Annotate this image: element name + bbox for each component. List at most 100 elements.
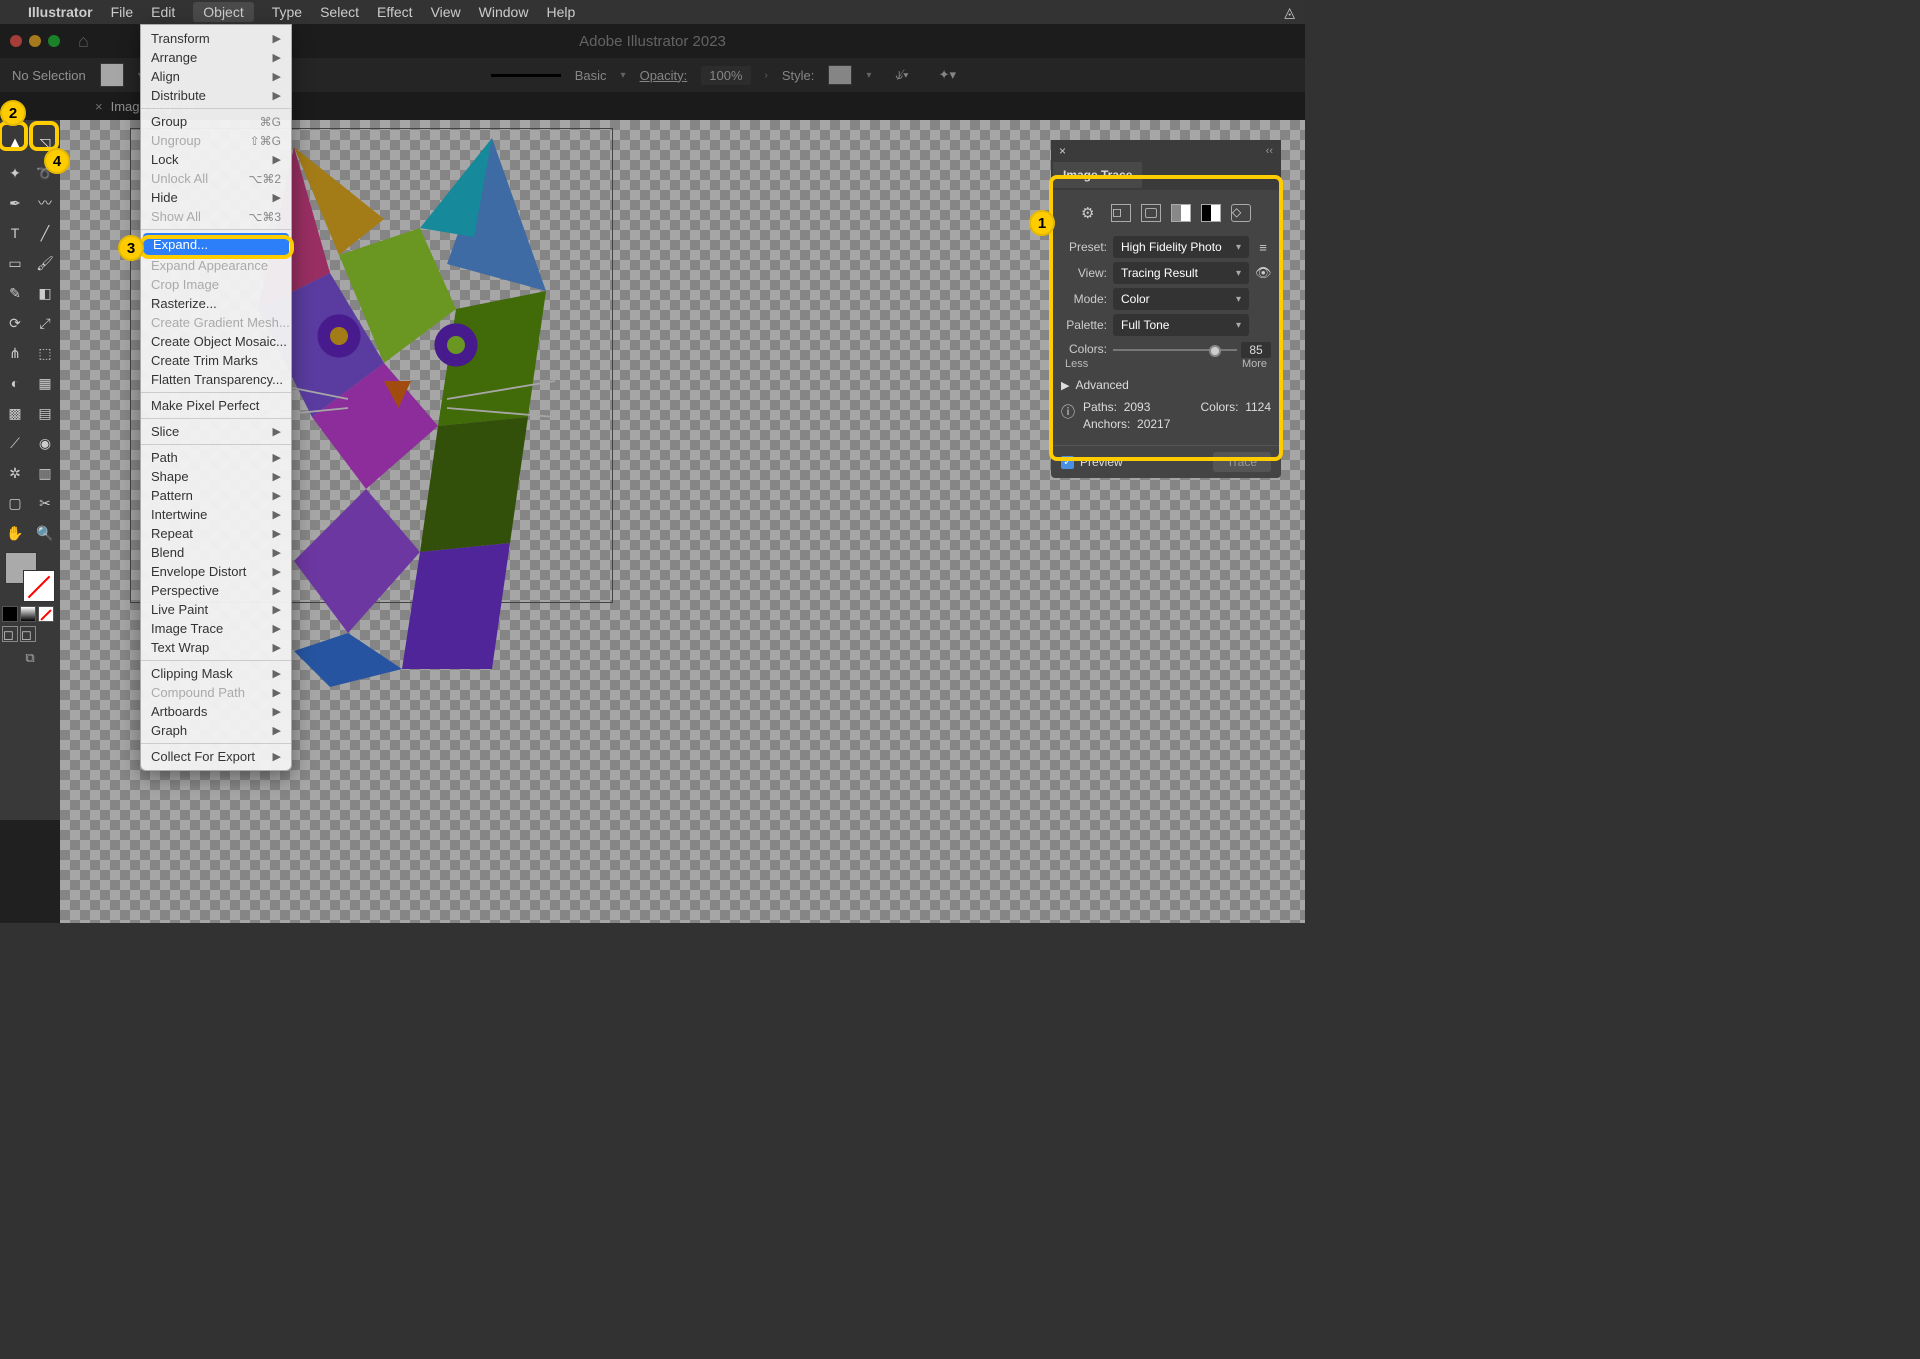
eyedropper-tool[interactable]: ⟋ <box>0 428 30 458</box>
hand-tool[interactable]: ✋ <box>0 518 30 548</box>
view-dropdown[interactable]: Tracing Result▾ <box>1113 262 1249 284</box>
rotate-tool[interactable]: ⟳ <box>0 308 30 338</box>
menu-item-distribute[interactable]: Distribute▶ <box>141 86 291 105</box>
menu-item-lock[interactable]: Lock▶ <box>141 150 291 169</box>
menu-item-repeat[interactable]: Repeat▶ <box>141 524 291 543</box>
preset-3colors-icon[interactable] <box>1171 204 1191 222</box>
rectangle-tool[interactable]: ▭ <box>0 248 30 278</box>
mesh-tool[interactable]: ▩ <box>0 398 30 428</box>
scale-tool[interactable]: ⤢ <box>30 308 60 338</box>
menu-edit[interactable]: Edit <box>151 4 175 20</box>
pen-tool[interactable]: ✒ <box>0 188 30 218</box>
free-transform-tool[interactable]: ⬚ <box>30 338 60 368</box>
preset-highfidelity-icon[interactable]: ◻ <box>1111 204 1131 222</box>
menu-item-align[interactable]: Align▶ <box>141 67 291 86</box>
align-icon[interactable]: ⫝̸▾ <box>895 67 908 83</box>
screen-mode-icon[interactable]: ⧉ <box>0 650 60 666</box>
menu-item-create-trim-marks[interactable]: Create Trim Marks <box>141 351 291 370</box>
menu-item-perspective[interactable]: Perspective▶ <box>141 581 291 600</box>
paintbrush-tool[interactable]: 🖌 <box>30 248 60 278</box>
chevron-right-icon[interactable]: › <box>765 70 768 81</box>
menu-window[interactable]: Window <box>479 4 529 20</box>
menu-item-expand[interactable]: Expand... <box>143 233 289 256</box>
curvature-tool[interactable]: 〰 <box>30 188 60 218</box>
slice-tool[interactable]: ✂ <box>30 488 60 518</box>
advanced-toggle[interactable]: ▶ Advanced <box>1061 378 1271 392</box>
menu-item-slice[interactable]: Slice▶ <box>141 422 291 441</box>
shape-builder-tool[interactable]: ◐ <box>0 368 30 398</box>
preview-checkbox[interactable]: ✓ <box>1061 456 1074 469</box>
menu-file[interactable]: File <box>111 4 134 20</box>
menu-item-artboards[interactable]: Artboards▶ <box>141 702 291 721</box>
preset-outline-icon[interactable]: ◇ <box>1231 204 1251 222</box>
chevron-down-icon[interactable]: ▾ <box>866 70 871 81</box>
preset-menu-icon[interactable]: ≡ <box>1255 240 1271 255</box>
menu-item-make-pixel-perfect[interactable]: Make Pixel Perfect <box>141 396 291 415</box>
color-mode-none-icon[interactable] <box>38 606 54 622</box>
opacity-value[interactable]: 100% <box>701 66 750 85</box>
style-swatch[interactable] <box>828 65 852 85</box>
trace-button[interactable]: Trace <box>1213 452 1271 472</box>
eye-icon[interactable]: 👁 <box>1255 265 1271 281</box>
menu-item-clipping-mask[interactable]: Clipping Mask▶ <box>141 664 291 683</box>
preset-auto-icon[interactable]: ⚙ <box>1081 204 1101 222</box>
shaper-tool[interactable]: ✎ <box>0 278 30 308</box>
zoom-tool[interactable]: 🔍 <box>30 518 60 548</box>
menu-item-intertwine[interactable]: Intertwine▶ <box>141 505 291 524</box>
gradient-tool[interactable]: ▤ <box>30 398 60 428</box>
menu-object[interactable]: Object <box>193 2 253 22</box>
chevron-down-icon[interactable]: ▾ <box>621 70 626 81</box>
transform-icon[interactable]: ✦▾ <box>939 67 956 83</box>
menu-item-rasterize[interactable]: Rasterize... <box>141 294 291 313</box>
menu-item-blend[interactable]: Blend▶ <box>141 543 291 562</box>
stroke-color-icon[interactable] <box>23 570 55 602</box>
color-mode-solid-icon[interactable] <box>2 606 18 622</box>
panel-close-icon[interactable]: × <box>1059 144 1066 158</box>
menu-item-hide[interactable]: Hide▶ <box>141 188 291 207</box>
menu-item-shape[interactable]: Shape▶ <box>141 467 291 486</box>
menu-item-live-paint[interactable]: Live Paint▶ <box>141 600 291 619</box>
fill-stroke-control[interactable] <box>5 552 55 602</box>
perspective-tool[interactable]: ▦ <box>30 368 60 398</box>
stroke-profile[interactable] <box>491 74 561 77</box>
menu-item-group[interactable]: Group⌘G <box>141 112 291 131</box>
preset-lowfidelity-icon[interactable] <box>1141 204 1161 222</box>
cc-sync-icon[interactable]: ◬ <box>1284 4 1295 21</box>
menu-view[interactable]: View <box>431 4 461 20</box>
column-graph-tool[interactable]: ▥ <box>30 458 60 488</box>
colors-slider[interactable]: 85 <box>1113 342 1271 356</box>
type-tool[interactable]: T <box>0 218 30 248</box>
selection-tool[interactable]: ▲ <box>0 128 30 158</box>
mode-dropdown[interactable]: Color▾ <box>1113 288 1249 310</box>
menu-item-arrange[interactable]: Arrange▶ <box>141 48 291 67</box>
menu-item-image-trace[interactable]: Image Trace▶ <box>141 619 291 638</box>
menu-item-text-wrap[interactable]: Text Wrap▶ <box>141 638 291 657</box>
home-icon[interactable]: ⌂ <box>78 31 89 52</box>
menu-item-flatten-transparency[interactable]: Flatten Transparency... <box>141 370 291 389</box>
artboard-tool[interactable]: ▢ <box>0 488 30 518</box>
draw-behind-icon[interactable]: ◻ <box>20 626 36 642</box>
menu-item-pattern[interactable]: Pattern▶ <box>141 486 291 505</box>
panel-tab[interactable]: Image Trace <box>1053 162 1142 188</box>
menu-effect[interactable]: Effect <box>377 4 413 20</box>
menu-select[interactable]: Select <box>320 4 359 20</box>
minimize-window-icon[interactable] <box>29 35 41 47</box>
close-tab-icon[interactable]: × <box>95 99 103 114</box>
palette-dropdown[interactable]: Full Tone▾ <box>1113 314 1249 336</box>
eraser-tool[interactable]: ◧ <box>30 278 60 308</box>
width-tool[interactable]: ⋔ <box>0 338 30 368</box>
menu-item-envelope-distort[interactable]: Envelope Distort▶ <box>141 562 291 581</box>
menu-item-collect-for-export[interactable]: Collect For Export▶ <box>141 747 291 766</box>
color-mode-gradient-icon[interactable] <box>20 606 36 622</box>
line-tool[interactable]: ╱ <box>30 218 60 248</box>
blend-tool[interactable]: ◉ <box>30 428 60 458</box>
menu-item-create-object-mosaic[interactable]: Create Object Mosaic... <box>141 332 291 351</box>
panel-collapse-icon[interactable]: ‹‹ <box>1266 145 1273 157</box>
preset-dropdown[interactable]: High Fidelity Photo▾ <box>1113 236 1249 258</box>
menu-item-transform[interactable]: Transform▶ <box>141 29 291 48</box>
fill-swatch[interactable] <box>100 63 124 87</box>
magic-wand-tool[interactable]: ✦ <box>0 158 30 188</box>
menu-item-path[interactable]: Path▶ <box>141 448 291 467</box>
close-window-icon[interactable] <box>10 35 22 47</box>
draw-normal-icon[interactable]: ◻ <box>2 626 18 642</box>
